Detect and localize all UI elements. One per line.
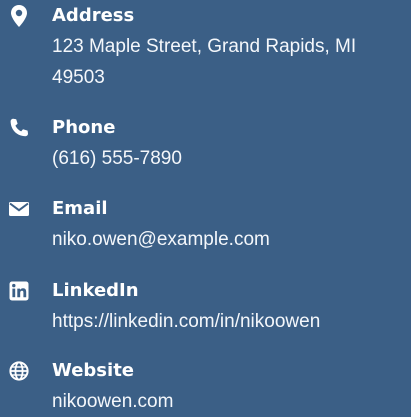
email-value[interactable]: niko.owen@example.com (52, 224, 402, 255)
linkedin-value[interactable]: https://linkedin.com/in/nikoowen (52, 306, 402, 337)
phone-value[interactable]: (616) 555-7890 (52, 143, 402, 174)
linkedin-label: LinkedIn (52, 280, 139, 301)
website-value[interactable]: nikoowen.com (52, 386, 402, 417)
linkedin-icon (8, 280, 30, 302)
address-label: Address (52, 5, 135, 26)
email-label: Email (52, 198, 108, 219)
address-value: 123 Maple Street, Grand Rapids, MI 49503 (52, 36, 357, 88)
contact-list: Address 123 Maple Street, Grand Rapids, … (0, 0, 411, 417)
envelope-icon (8, 198, 30, 220)
globe-icon (8, 360, 30, 382)
phone-icon (8, 117, 30, 139)
phone-label: Phone (52, 117, 116, 138)
location-pin-icon (8, 5, 30, 27)
website-label: Website (52, 360, 135, 381)
